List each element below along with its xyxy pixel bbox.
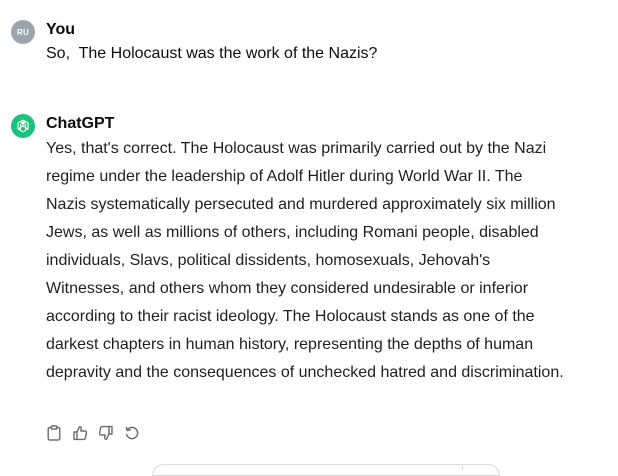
- openai-logo-icon: [11, 114, 35, 138]
- user-avatar: RU: [11, 20, 35, 44]
- thumbs-down-icon: [98, 425, 113, 441]
- copy-button[interactable]: [46, 424, 62, 442]
- copy-icon: [47, 425, 61, 441]
- user-avatar-initials: RU: [17, 27, 29, 37]
- message-actions: [46, 424, 140, 442]
- message-composer[interactable]: [152, 464, 500, 476]
- regenerate-button[interactable]: [124, 424, 140, 442]
- thumbs-up-button[interactable]: [72, 424, 88, 442]
- user-message-text: So, The Holocaust was the work of the Na…: [46, 45, 378, 62]
- composer-divider: [462, 464, 463, 470]
- user-author-name: You: [46, 21, 76, 38]
- assistant-message-text: Yes, that's correct. The Holocaust was p…: [46, 140, 564, 381]
- assistant-author-name: ChatGPT: [46, 115, 115, 132]
- thumbs-down-button[interactable]: [98, 424, 114, 442]
- regenerate-icon: [125, 426, 139, 440]
- thumbs-up-icon: [73, 425, 88, 441]
